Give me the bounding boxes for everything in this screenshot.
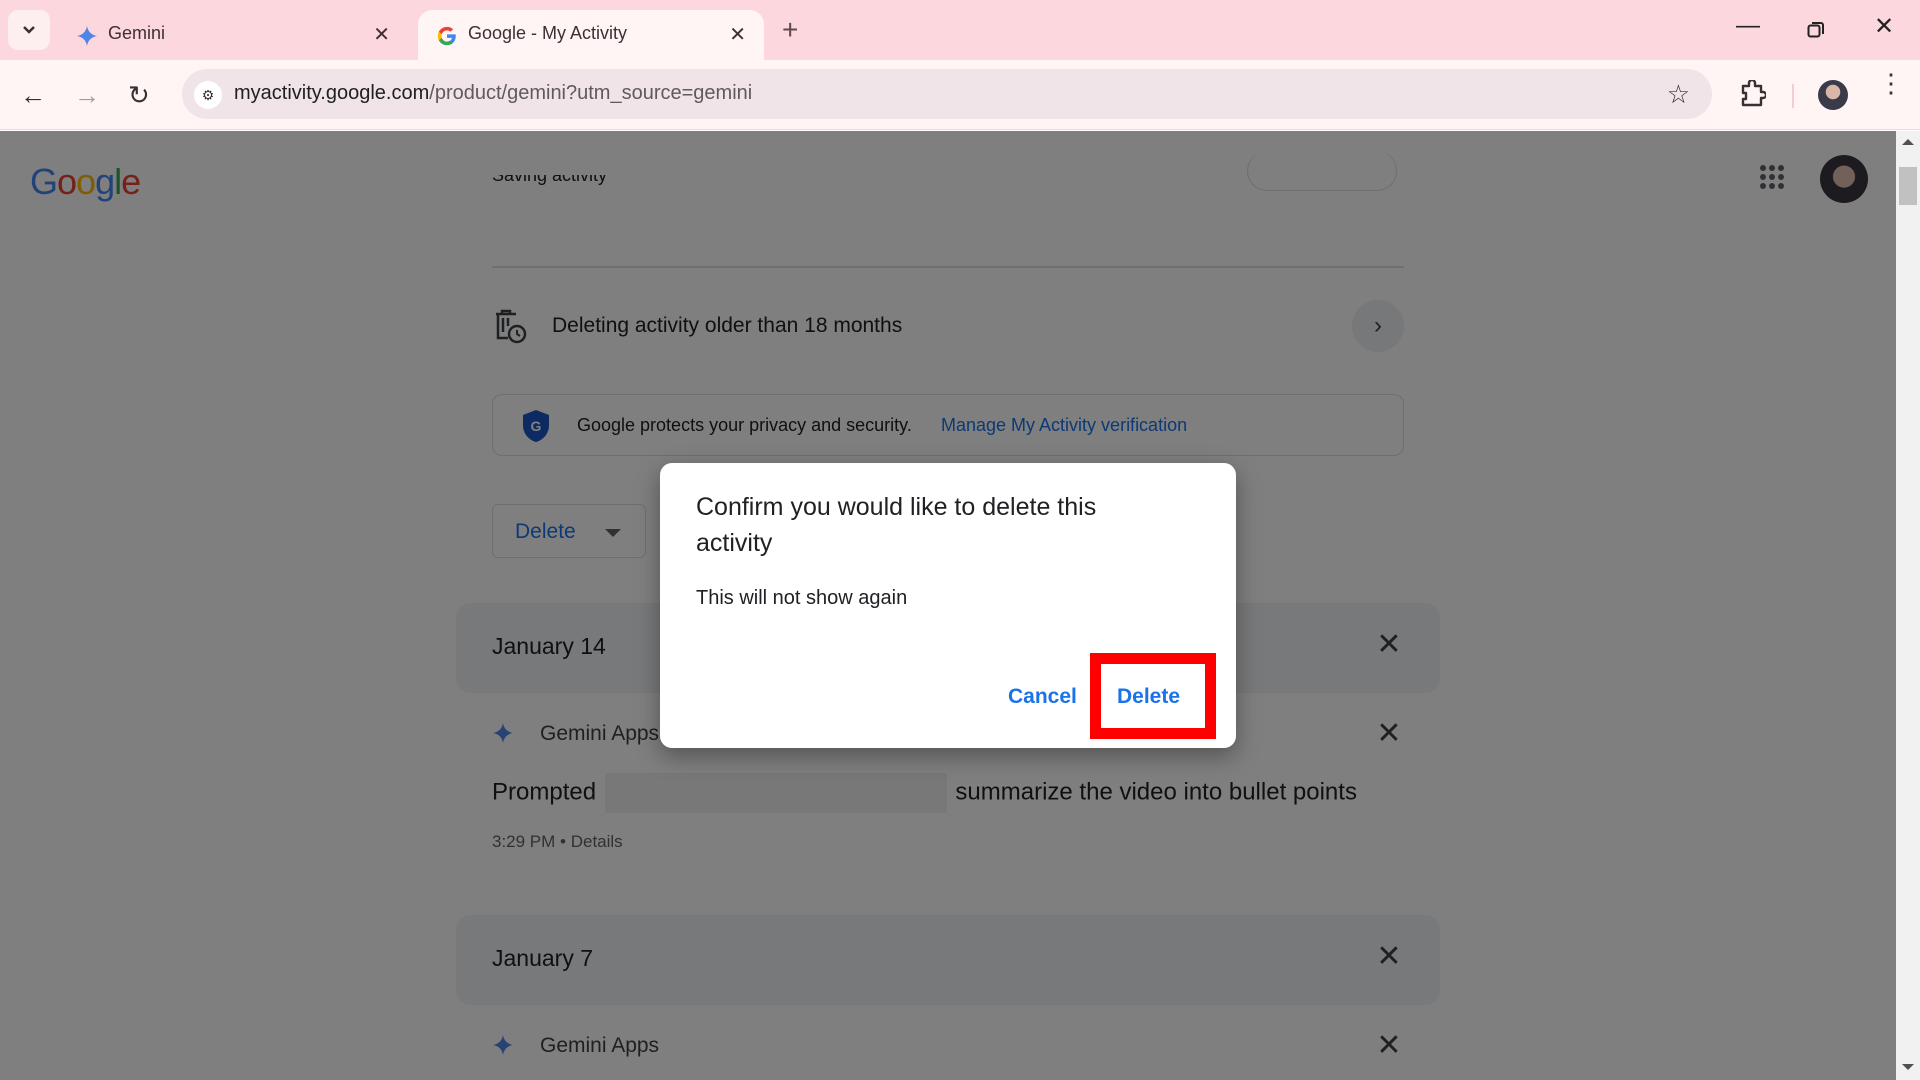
url-host: myactivity.google.com — [234, 82, 430, 104]
more-menu-icon[interactable]: ⋮ — [1878, 70, 1904, 96]
dialog-body: This will not show again — [696, 587, 908, 609]
confirm-delete-label: Delete — [1117, 685, 1181, 708]
site-info-icon[interactable]: ⚙ — [194, 81, 222, 109]
url-path: /product/gemini?utm_source=gemini — [429, 82, 753, 104]
url-text[interactable]: myactivity.google.com/product/gemini?utm… — [234, 82, 752, 105]
page-scrollbar[interactable] — [1896, 131, 1920, 1080]
extensions-puzzle-icon[interactable] — [1740, 80, 1766, 108]
browser-toolbar: ← → ↻ ⚙ myactivity.google.com/product/ge… — [0, 60, 1920, 130]
chevron-down-icon — [23, 26, 35, 34]
minimize-icon[interactable]: — — [1736, 12, 1760, 40]
tab-my-activity[interactable]: Google - My Activity ✕ — [418, 10, 764, 60]
close-tab-icon[interactable]: ✕ — [373, 22, 390, 47]
toolbar-divider — [1792, 84, 1794, 108]
confirm-delete-button[interactable]: Delete — [1090, 653, 1216, 739]
forward-button[interactable]: → — [74, 80, 100, 111]
tab-title: Gemini — [108, 23, 166, 43]
close-tab-icon[interactable]: ✕ — [729, 22, 746, 47]
new-tab-button[interactable]: + — [782, 14, 798, 46]
profile-avatar[interactable] — [1818, 80, 1848, 110]
scroll-down-arrow[interactable] — [1902, 1064, 1914, 1070]
restore-icon[interactable] — [1807, 21, 1825, 39]
gemini-sparkle-icon — [76, 25, 98, 47]
tab-search-button[interactable] — [8, 10, 50, 50]
cancel-button[interactable]: Cancel — [1008, 685, 1077, 709]
scroll-up-arrow[interactable] — [1902, 139, 1914, 145]
reload-button[interactable]: ↻ — [128, 80, 150, 111]
address-bar[interactable]: ⚙ myactivity.google.com/product/gemini?u… — [182, 69, 1712, 119]
google-g-icon — [437, 26, 456, 46]
confirm-delete-dialog: Confirm you would like to delete this ac… — [660, 463, 1236, 748]
bookmark-star-icon[interactable]: ☆ — [1667, 79, 1690, 110]
tab-gemini[interactable]: Gemini ✕ — [58, 10, 408, 60]
scroll-thumb[interactable] — [1899, 167, 1917, 205]
close-window-icon[interactable]: ✕ — [1874, 12, 1894, 41]
tab-title: Google - My Activity — [468, 23, 628, 43]
back-button[interactable]: ← — [20, 80, 46, 111]
dialog-title: Confirm you would like to delete this ac… — [696, 493, 1097, 557]
tab-strip: Gemini ✕ Google - My Activity ✕ + — ✕ — [0, 0, 1920, 60]
